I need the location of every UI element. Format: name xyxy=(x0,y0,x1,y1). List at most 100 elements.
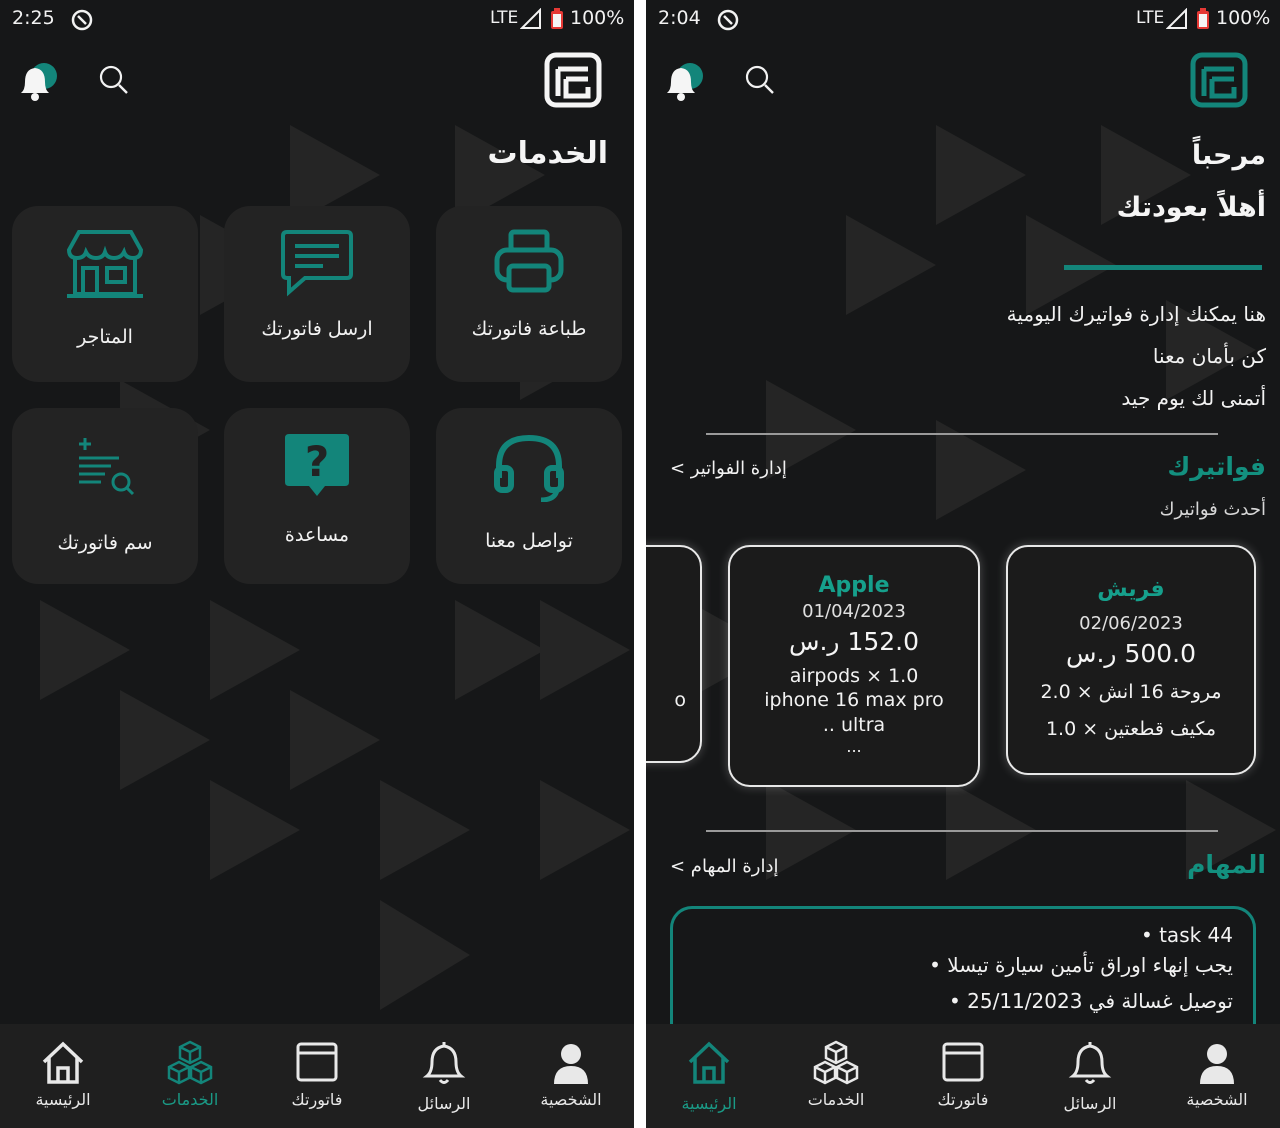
headset-icon xyxy=(494,434,564,502)
nav-services[interactable]: الخدمات xyxy=(773,1024,899,1128)
cubes-icon xyxy=(167,1040,213,1085)
section-divider xyxy=(706,830,1218,832)
invoice-item: airpods × 1.0 xyxy=(789,665,919,687)
bell-icon xyxy=(1068,1042,1112,1084)
notifications-bell-icon[interactable] xyxy=(660,60,704,102)
tile-send-invoice[interactable]: ارسل فاتورتك xyxy=(224,206,410,382)
nav-profile[interactable]: الشخصية xyxy=(508,1024,634,1128)
cubes-icon xyxy=(813,1040,859,1085)
welcome-back-text: أهلاً بعودتك xyxy=(1116,192,1266,223)
nav-messages-label: الرسائل xyxy=(417,1094,471,1113)
invoice-item: مكيف قطعتين × 1.0 xyxy=(1045,718,1217,740)
signal-icon xyxy=(1166,8,1187,29)
page-title: الخدمات xyxy=(487,136,608,171)
battery-icon xyxy=(551,8,563,29)
invoices-section-title: فواتيرك xyxy=(1167,452,1266,481)
tile-stores[interactable]: المتاجر xyxy=(12,206,198,382)
home-icon xyxy=(688,1041,730,1084)
home-screen: 2:04 LTE 100% مرحباً أهلاً بعودتك هنا يم… xyxy=(646,0,1280,1128)
status-time: 2:04 xyxy=(658,7,701,29)
person-icon xyxy=(554,1044,588,1084)
network-type: LTE xyxy=(1136,8,1165,28)
invoice-date: 02/06/2023 xyxy=(1079,613,1183,634)
manage-invoices-link[interactable]: إدارة الفواتير > xyxy=(670,458,787,479)
accent-divider xyxy=(1064,265,1262,270)
invoice-item: ... xyxy=(846,737,862,756)
tasks-section-title: المهام xyxy=(1187,850,1266,879)
app-logo xyxy=(544,52,602,108)
help-icon: ? xyxy=(285,434,349,496)
task-item: يجب إنهاء اوراق تأمين سيارة تيسلا • xyxy=(929,953,1233,977)
greeting-text: مرحباً xyxy=(1191,140,1266,171)
nav-home[interactable]: الرئيسية xyxy=(646,1024,772,1128)
tile-print-invoice[interactable]: طباعة فاتورتك xyxy=(436,206,622,382)
intro-line: كن بأمان معنا xyxy=(1152,344,1266,368)
tile-name-invoice[interactable]: سم فاتورتك xyxy=(12,408,198,584)
intro-line: أتمنى لك يوم جيد xyxy=(1121,386,1266,410)
nav-services-label: الخدمات xyxy=(161,1090,219,1109)
invoice-amount: 152.0 ر.س xyxy=(788,627,920,656)
invoice-store: Apple xyxy=(818,573,890,598)
invoice-item: iphone 16 max pro xyxy=(764,689,944,711)
tile-label: المتاجر xyxy=(77,326,133,348)
invoice-card[interactable]: Apple 01/04/2023 152.0 ر.س airpods × 1.0… xyxy=(728,545,980,787)
search-icon[interactable] xyxy=(744,64,776,96)
bottom-navigation: الرئيسية الخدمات فاتورتك الرسائل الشخصية xyxy=(646,1024,1280,1128)
bell-icon xyxy=(422,1042,466,1084)
nav-messages[interactable]: الرسائل xyxy=(1027,1024,1153,1128)
invoice-card[interactable]: فريش 02/06/2023 500.0 ر.س مروحة 16 انش ×… xyxy=(1006,545,1256,775)
status-bar: 2:25 LTE 100% xyxy=(0,0,634,40)
invoice-item: ultra .. xyxy=(822,714,886,736)
intro-line: هنا يمكنك إدارة فواتيرك اليومية xyxy=(1006,302,1266,326)
tile-label: طباعة فاتورتك xyxy=(471,318,587,340)
invoice-date: 01/04/2023 xyxy=(802,601,906,622)
svg-text:?: ? xyxy=(305,437,329,486)
tile-contact-us[interactable]: تواصل معنا xyxy=(436,408,622,584)
nav-profile-label: الشخصية xyxy=(1186,1090,1248,1109)
do-not-disturb-icon xyxy=(717,9,739,31)
battery-percent: 100% xyxy=(570,7,625,29)
search-icon[interactable] xyxy=(98,64,130,96)
invoice-card-partial[interactable]: o xyxy=(646,545,702,763)
printer-icon xyxy=(494,229,564,293)
nav-home-label: الرئيسية xyxy=(35,1090,91,1109)
nav-services[interactable]: الخدمات xyxy=(127,1024,253,1128)
nav-services-label: الخدمات xyxy=(807,1090,865,1109)
task-item: task 44 • xyxy=(1140,923,1233,947)
tile-help[interactable]: ? مساعدة xyxy=(224,408,410,584)
nav-home-label: الرئيسية xyxy=(681,1094,737,1113)
tile-label: مساعدة xyxy=(284,524,350,546)
app-logo xyxy=(1190,52,1248,108)
invoice-window-icon xyxy=(296,1042,338,1082)
nav-home[interactable]: الرئيسية xyxy=(0,1024,126,1128)
invoice-window-icon xyxy=(942,1042,984,1082)
notifications-bell-icon[interactable] xyxy=(14,60,58,102)
nav-profile-label: الشخصية xyxy=(540,1090,602,1109)
nav-invoices-label: فاتورتك xyxy=(291,1090,343,1109)
battery-percent: 100% xyxy=(1216,7,1271,29)
network-type: LTE xyxy=(490,8,519,28)
nav-messages-label: الرسائل xyxy=(1063,1094,1117,1113)
bottom-navigation: الرئيسية الخدمات فاتورتك الرسائل الشخصية xyxy=(0,1024,634,1128)
tile-label: سم فاتورتك xyxy=(57,532,153,554)
battery-icon xyxy=(1197,8,1209,29)
invoice-partial-text: o xyxy=(674,689,686,711)
nav-invoices[interactable]: فاتورتك xyxy=(254,1024,380,1128)
person-icon xyxy=(1200,1044,1234,1084)
status-bar: 2:04 LTE 100% xyxy=(646,0,1280,40)
invoice-item: مروحة 16 انش × 2.0 xyxy=(1040,681,1222,703)
store-icon xyxy=(66,230,144,298)
do-not-disturb-icon xyxy=(71,9,93,31)
signal-icon xyxy=(520,8,541,29)
tile-label: ارسل فاتورتك xyxy=(261,318,373,340)
nav-profile[interactable]: الشخصية xyxy=(1154,1024,1280,1128)
message-icon xyxy=(281,230,353,297)
list-search-icon xyxy=(79,438,135,496)
services-screen: 2:25 LTE 100% الخدمات طباعة فاتورتك ارسل… xyxy=(0,0,634,1128)
manage-tasks-link[interactable]: إدارة المهام > xyxy=(670,856,778,877)
nav-invoices[interactable]: فاتورتك xyxy=(900,1024,1026,1128)
status-time: 2:25 xyxy=(12,7,55,29)
latest-invoices-subtitle: أحدث فواتيرك xyxy=(1159,499,1266,520)
nav-messages[interactable]: الرسائل xyxy=(381,1024,507,1128)
tile-label: تواصل معنا xyxy=(485,530,573,552)
